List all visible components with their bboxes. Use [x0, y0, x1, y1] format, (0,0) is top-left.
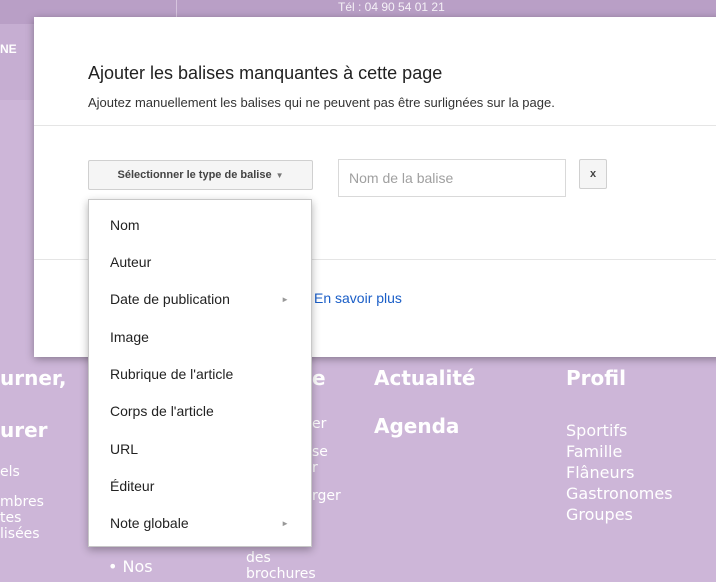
background-column-1-line[interactable]: mbres	[0, 494, 66, 510]
background-column-2-line[interactable]: r	[312, 460, 341, 476]
menu-item-url[interactable]: URL	[89, 431, 311, 467]
menu-item-date-publication[interactable]: Date de publication ►	[89, 281, 311, 317]
tag-type-dropdown-label: Sélectionner le type de balise	[117, 169, 272, 181]
menu-item-label: Auteur	[110, 254, 152, 270]
menu-item-note-globale[interactable]: Note globale ►	[89, 505, 311, 541]
background-actualite-heading[interactable]: Actualité	[374, 366, 475, 390]
learn-more-link[interactable]: En savoir plus	[314, 290, 402, 306]
background-profil-item[interactable]: Famille	[566, 441, 673, 462]
background-column-3: Actualité Agenda	[374, 366, 475, 438]
background-column-4: Profil Sportifs Famille Flâneurs Gastron…	[566, 366, 673, 525]
background-column-2-line[interactable]: des	[246, 550, 271, 566]
dialog-title: Ajouter les balises manquantes à cette p…	[88, 63, 443, 83]
submenu-arrow-icon: ►	[281, 294, 289, 304]
menu-item-image[interactable]: Image	[89, 319, 311, 355]
background-column-2-line[interactable]: er	[312, 416, 341, 432]
background-nav-item[interactable]: NE	[0, 42, 17, 56]
menu-item-rubrique[interactable]: Rubrique de l'article	[89, 356, 311, 392]
background-column-2-line[interactable]: rger	[312, 488, 341, 504]
background-profil-item[interactable]: Groupes	[566, 504, 673, 525]
tag-name-input[interactable]	[338, 159, 566, 197]
dialog-subtitle: Ajoutez manuellement les balises qui ne …	[88, 95, 555, 110]
submenu-arrow-icon: ►	[281, 518, 289, 528]
background-profil-item[interactable]: Sportifs	[566, 420, 673, 441]
background-agenda-heading[interactable]: Agenda	[374, 414, 475, 438]
background-column-1-line[interactable]: tes	[0, 510, 66, 526]
menu-item-label: Corps de l'article	[110, 403, 214, 419]
background-column-2: e er se r rger	[312, 366, 341, 504]
menu-item-label: Éditeur	[110, 478, 155, 494]
chevron-down-icon: ▼	[275, 170, 284, 180]
background-column-1-heading: urner,	[0, 366, 67, 390]
tag-type-dropdown-button[interactable]: Sélectionner le type de balise ▼	[88, 160, 313, 190]
menu-item-label: Note globale	[110, 515, 189, 531]
background-column-2-line[interactable]: brochures	[246, 566, 316, 582]
dialog-divider	[34, 125, 716, 126]
background-column-1-subheading: urer	[0, 418, 48, 442]
menu-item-nom[interactable]: Nom	[89, 207, 311, 243]
menu-item-label: URL	[110, 441, 139, 457]
background-profil-item[interactable]: Flâneurs	[566, 462, 673, 483]
background-phone: Tél : 04 90 54 01 21	[338, 0, 445, 14]
menu-item-label: Nom	[110, 217, 140, 233]
background-column-2-heading: e	[312, 366, 326, 390]
menu-item-editeur[interactable]: Éditeur	[89, 468, 311, 504]
menu-item-label: Date de publication	[110, 291, 230, 307]
menu-item-corps[interactable]: Corps de l'article	[89, 393, 311, 429]
menu-item-label: Image	[110, 329, 149, 345]
background-column-2-bullet[interactable]: • Nos	[108, 556, 153, 577]
menu-item-auteur[interactable]: Auteur	[89, 244, 311, 280]
tag-type-menu: Nom Auteur Date de publication ► Image Ru…	[88, 199, 312, 547]
remove-tag-button[interactable]: x	[579, 159, 607, 189]
background-column-2-line[interactable]: se	[312, 444, 341, 460]
background-column-1-line[interactable]: lisées	[0, 526, 66, 542]
menu-item-label: Rubrique de l'article	[110, 366, 234, 382]
background-column-1: urner, urer els mbres tes lisées	[0, 366, 66, 542]
close-icon: x	[589, 168, 597, 180]
background-profil-item[interactable]: Gastronomes	[566, 483, 673, 504]
background-column-1-line[interactable]: els	[0, 464, 66, 480]
background-profil-heading: Profil	[566, 366, 626, 390]
